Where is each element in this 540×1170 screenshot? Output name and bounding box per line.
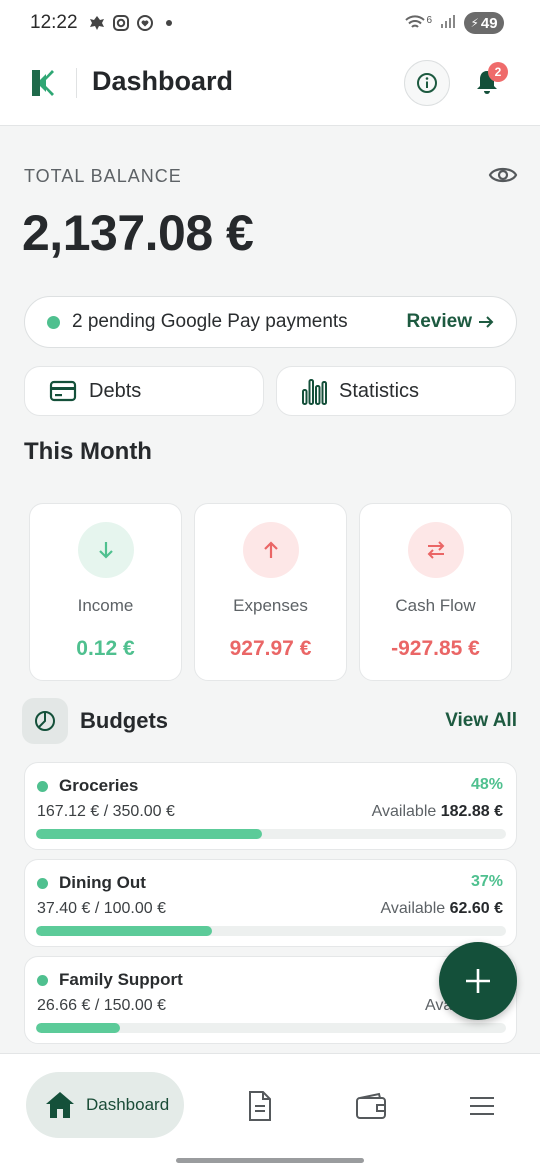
status-notification-icons	[88, 14, 172, 32]
debts-label: Debts	[89, 379, 142, 402]
battery-charging-icon: ⚡	[470, 16, 479, 30]
expenses-card[interactable]: Expenses 927.97 €	[194, 503, 347, 681]
bar-chart-icon	[302, 379, 327, 405]
income-label: Income	[77, 596, 134, 615]
expenses-label: Expenses	[233, 596, 308, 615]
arrow-down-icon	[99, 542, 113, 559]
income-value: 0.12 €	[76, 637, 135, 660]
review-label: Review	[406, 311, 472, 332]
budget-spent: 167.12 € / 350.00 €	[37, 803, 175, 820]
nav-dashboard[interactable]: Dashboard	[26, 1072, 184, 1138]
budget-status-dot	[37, 781, 48, 792]
budget-available: Available 62.60 €	[381, 900, 503, 918]
pending-payments-banner[interactable]: 2 pending Google Pay payments Review	[24, 296, 517, 348]
signal-icon	[440, 13, 456, 34]
available-amount: 62.60 €	[449, 900, 503, 917]
card-icon	[49, 380, 77, 402]
menu-icon	[470, 1097, 494, 1115]
home-indicator	[176, 1158, 364, 1163]
network-type: 6	[426, 15, 432, 26]
arrow-right-icon	[479, 316, 494, 328]
budget-percent: 48%	[470, 776, 503, 793]
page-title: Dashboard	[92, 66, 234, 96]
budget-progress-track	[36, 829, 506, 839]
budget-card-groceries[interactable]: Groceries 48% 167.12 € / 350.00 € Availa…	[24, 762, 517, 850]
wifi-icon: 6	[405, 15, 432, 31]
eye-icon[interactable]	[488, 162, 518, 188]
budget-name: Family Support	[59, 970, 183, 989]
budget-progress-fill	[36, 1023, 120, 1033]
status-system-icons: 6 ⚡ 49	[405, 12, 504, 34]
leaf-notification-icon	[88, 14, 106, 32]
debts-button[interactable]: Debts	[24, 366, 264, 416]
battery-indicator: ⚡ 49	[464, 12, 504, 34]
budgets-title: Budgets	[80, 708, 168, 733]
expenses-icon-circle	[243, 522, 299, 578]
budget-progress-track	[36, 926, 506, 936]
budget-spent: 37.40 € / 100.00 €	[37, 900, 166, 917]
app-header: Dashboard 2	[0, 46, 540, 126]
bottom-navigation: Dashboard	[0, 1053, 540, 1170]
notification-badge: 2	[488, 62, 508, 82]
arrow-up-icon	[264, 541, 278, 558]
available-label: Available	[371, 803, 437, 820]
this-month-title: This Month	[24, 438, 152, 465]
header-divider	[76, 68, 77, 98]
nav-menu[interactable]	[466, 1090, 498, 1122]
heart-notification-icon	[136, 14, 154, 32]
pending-payments-text: 2 pending Google Pay payments	[72, 311, 348, 332]
info-icon	[417, 73, 437, 93]
nav-dashboard-label: Dashboard	[86, 1095, 170, 1114]
income-card[interactable]: Income 0.12 €	[29, 503, 182, 681]
expenses-value: 927.97 €	[229, 637, 312, 660]
status-bar: 12:22 6 ⚡ 49	[0, 0, 540, 46]
document-icon	[249, 1091, 271, 1121]
available-label: Available	[380, 900, 446, 917]
cash-flow-value: -927.85 €	[391, 637, 480, 660]
notifications-button[interactable]: 2	[470, 62, 508, 102]
status-time: 12:22	[30, 12, 78, 33]
instagram-notification-icon	[112, 14, 130, 32]
statistics-label: Statistics	[339, 379, 420, 402]
more-notifications-dot	[165, 20, 172, 26]
budget-progress-track	[36, 1023, 506, 1033]
cash-flow-card[interactable]: Cash Flow -927.85 €	[359, 503, 512, 681]
budget-card-dining-out[interactable]: Dining Out 37% 37.40 € / 100.00 € Availa…	[24, 859, 517, 947]
budget-status-dot	[37, 878, 48, 889]
total-balance-amount: 2,137.08 €	[22, 205, 254, 261]
budget-name: Dining Out	[59, 873, 146, 892]
view-all-budgets-link[interactable]: View All	[445, 710, 517, 732]
budget-progress-fill	[36, 829, 262, 839]
nav-wallet[interactable]	[355, 1090, 387, 1122]
cash-flow-label: Cash Flow	[395, 596, 476, 615]
battery-level: 49	[480, 14, 498, 32]
plus-icon	[466, 969, 490, 993]
info-button[interactable]	[404, 60, 450, 106]
wallet-icon	[356, 1092, 386, 1119]
pending-status-dot	[47, 315, 60, 329]
income-icon-circle	[78, 522, 134, 578]
home-icon	[46, 1092, 74, 1118]
statistics-button[interactable]: Statistics	[276, 366, 516, 416]
budget-status-dot	[37, 975, 48, 986]
budget-available: Available 182.88 €	[372, 803, 503, 821]
budget-spent: 26.66 € / 150.00 €	[37, 997, 166, 1014]
budget-percent: 37%	[470, 873, 503, 890]
budget-name: Groceries	[59, 776, 139, 795]
app-logo	[32, 70, 54, 96]
budget-progress-fill	[36, 926, 212, 936]
cash-flow-icon-circle	[408, 522, 464, 578]
swap-icon	[427, 541, 445, 559]
pie-chart-icon	[35, 711, 55, 731]
nav-documents[interactable]	[244, 1090, 276, 1122]
total-balance-label: TOTAL BALANCE	[24, 166, 182, 186]
budgets-icon-box	[22, 698, 68, 744]
review-link[interactable]: Review	[407, 311, 494, 333]
add-transaction-button[interactable]	[439, 942, 517, 1020]
available-amount: 182.88 €	[440, 803, 503, 820]
